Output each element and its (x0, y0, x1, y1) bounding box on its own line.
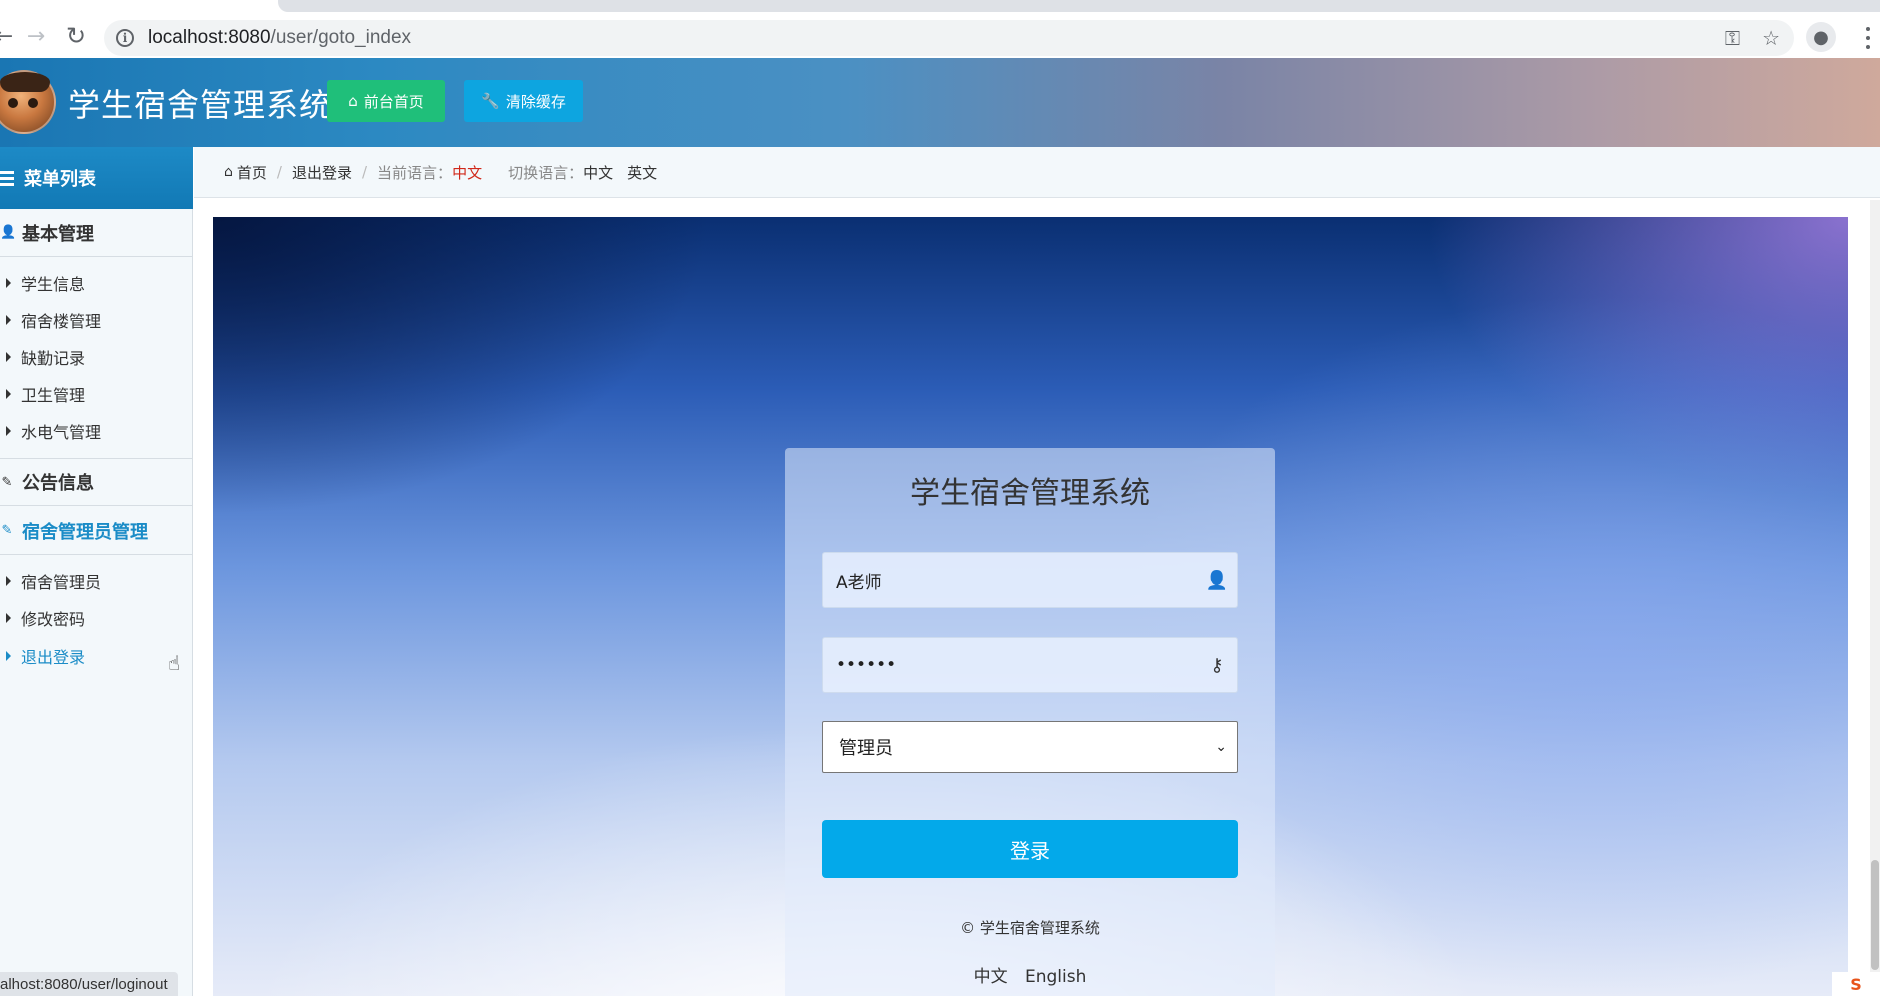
browser-toolbar: ← → ↻ i localhost:8080/user/goto_index ⚿… (0, 12, 1880, 58)
sidebar-item-label: 缺勤记录 (21, 348, 86, 368)
menu-bars-icon (0, 170, 14, 186)
username-input[interactable] (823, 570, 1197, 590)
switch-language-zh[interactable]: 中文 (583, 162, 613, 183)
sidebar-heading: 菜单列表 (0, 147, 193, 209)
reload-icon[interactable]: ↻ (62, 22, 90, 50)
sidebar-item-label: 退出登录 (21, 647, 86, 667)
caret-right-icon (6, 650, 11, 661)
breadcrumb-logout[interactable]: 退出登录 (292, 162, 352, 183)
chevron-down-icon: ⌄ (1215, 739, 1227, 755)
avatar (0, 70, 56, 134)
username-field[interactable]: 👤 (822, 552, 1238, 608)
sidebar-item-student-info[interactable]: 学生信息 (0, 264, 193, 301)
edit-icon: ✎ (1, 523, 13, 538)
content-frame: 学生宿舍管理系统 👤 ⚷ 管理员 ⌄ 登录 © 学生宿舍管理系统 中文 Engl… (213, 217, 1848, 996)
sidebar-item-dorm-building[interactable]: 宿舍楼管理 (0, 301, 193, 338)
current-language: 中文 (452, 163, 483, 182)
password-input[interactable] (823, 655, 1197, 675)
caret-right-icon (6, 425, 11, 436)
sidebar-item-utilities[interactable]: 水电气管理 (0, 412, 193, 449)
caret-right-icon (6, 314, 11, 325)
role-select[interactable]: 管理员 ⌄ (822, 721, 1238, 773)
scrollbar-thumb[interactable] (1871, 860, 1879, 970)
app-title: 学生宿舍管理系统 (68, 86, 333, 124)
back-icon[interactable]: ← (0, 22, 18, 50)
sidebar-group-label: 宿舍管理员管理 (22, 521, 148, 543)
current-language-label: 当前语言： (377, 163, 453, 182)
sidebar-item-change-password[interactable]: 修改密码 (0, 599, 193, 636)
url-path: /user/goto_index (270, 27, 412, 48)
caret-right-icon (6, 351, 11, 362)
hand-cursor-icon: ☝ (168, 651, 181, 675)
sidebar-group-dorm-admin[interactable]: ✎ 宿舍管理员管理 (0, 507, 193, 555)
home-icon: ⌂ (348, 92, 358, 110)
breadcrumb-separator: / (276, 163, 282, 181)
sidebar-item-logout[interactable]: 退出登录 (0, 637, 193, 674)
wrench-icon: 🔧 (481, 92, 500, 110)
sidebar-item-absence[interactable]: 缺勤记录 (0, 338, 193, 375)
home-button[interactable]: ⌂ 前台首页 (327, 80, 445, 122)
key-icon[interactable]: ⚿ (1725, 26, 1740, 50)
edit-icon: ✎ (1, 474, 13, 490)
login-panel: 学生宿舍管理系统 👤 ⚷ 管理员 ⌄ 登录 © 学生宿舍管理系统 中文 Engl… (785, 448, 1275, 996)
caret-right-icon (6, 277, 11, 288)
sidebar-item-label: 水电气管理 (21, 422, 102, 442)
star-icon[interactable]: ☆ (1762, 26, 1780, 50)
sidebar-group-label: 公告信息 (22, 473, 94, 494)
key-icon: ⚷ (1210, 654, 1224, 676)
home-icon: ⌂ (224, 164, 233, 180)
clear-cache-button[interactable]: 🔧 清除缓存 (464, 80, 583, 122)
sidebar-group-label: 基本管理 (22, 223, 94, 245)
sidebar-item-label: 学生信息 (21, 274, 86, 294)
role-select-value: 管理员 (839, 738, 893, 759)
user-icon: 👤 (0, 225, 17, 240)
copyright-text: © 学生宿舍管理系统 (960, 919, 1100, 937)
caret-right-icon (6, 575, 11, 586)
url-host: localhost:8080 (148, 27, 271, 48)
sidebar-item-label: 修改密码 (21, 609, 86, 629)
sidebar-item-dorm-admin[interactable]: 宿舍管理员 (0, 562, 193, 599)
forward-icon[interactable]: → (22, 22, 50, 50)
home-button-label: 前台首页 (363, 92, 424, 111)
language-links: 中文 English (785, 962, 1275, 987)
login-button[interactable]: 登录 (822, 820, 1238, 878)
info-icon[interactable]: i (116, 29, 134, 47)
language-link-zh[interactable]: 中文 (974, 967, 1008, 987)
ime-icon[interactable]: S (1832, 972, 1880, 996)
page-scrollbar[interactable] (1870, 200, 1880, 996)
caret-right-icon (6, 388, 11, 399)
url-text[interactable]: localhost:8080/user/goto_index (148, 27, 411, 49)
sidebar: 菜单列表 👤 基本管理 学生信息 宿舍楼管理 缺勤记录 卫生管理 水电气管理 ✎… (0, 147, 193, 996)
profile-icon[interactable]: ● (1806, 22, 1836, 52)
breadcrumb-separator: / (361, 163, 368, 181)
tab-strip (0, 0, 1880, 12)
switch-language-en[interactable]: 英文 (627, 162, 657, 183)
breadcrumb: ⌂ 首页 / 退出登录 / 当前语言： 中文 切换语言： 中文 英文 (194, 147, 1880, 198)
login-title: 学生宿舍管理系统 (910, 476, 1150, 511)
address-bar[interactable]: i localhost:8080/user/goto_index ⚿ ☆ (104, 20, 1794, 56)
sidebar-item-label: 宿舍楼管理 (21, 311, 102, 331)
switch-language-label: 切换语言： (508, 163, 584, 182)
sidebar-heading-label: 菜单列表 (24, 169, 96, 190)
sidebar-item-label: 卫生管理 (21, 385, 86, 405)
app-header: 学生宿舍管理系统 ⌂ 前台首页 🔧 清除缓存 (0, 58, 1880, 147)
status-bar-url: alhost:8080/user/loginout (0, 972, 178, 996)
password-field[interactable]: ⚷ (822, 637, 1238, 693)
sidebar-item-label: 宿舍管理员 (21, 572, 102, 592)
breadcrumb-home[interactable]: 首页 (237, 162, 267, 183)
sidebar-group-notice[interactable]: ✎ 公告信息 (0, 458, 193, 506)
sidebar-group-basic[interactable]: 👤 基本管理 (0, 209, 193, 257)
caret-right-icon (6, 612, 11, 623)
user-icon: 👤 (1205, 569, 1229, 591)
language-link-en[interactable]: English (1025, 967, 1086, 987)
tab-bar (278, 0, 1880, 12)
clear-cache-label: 清除缓存 (505, 92, 566, 111)
sidebar-item-hygiene[interactable]: 卫生管理 (0, 375, 193, 412)
menu-icon[interactable] (1858, 24, 1878, 52)
